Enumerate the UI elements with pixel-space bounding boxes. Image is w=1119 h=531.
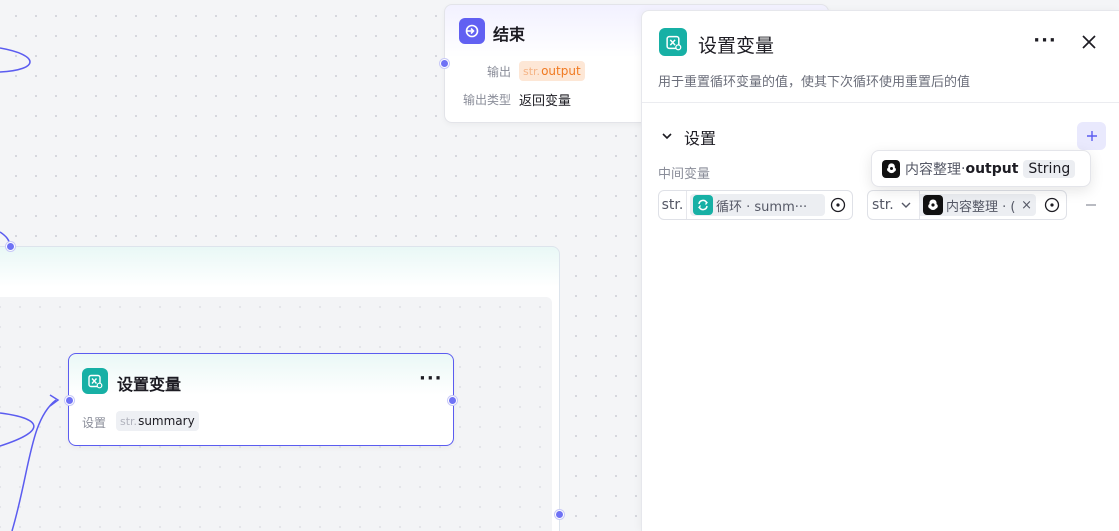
clear-icon[interactable]: × (1021, 198, 1032, 213)
setvar-input-port[interactable] (65, 396, 74, 405)
end-node-input-port[interactable] (440, 59, 449, 68)
chevron-down-icon[interactable] (658, 127, 676, 145)
add-variable-button[interactable] (1077, 122, 1106, 150)
node-settings-panel: 设置变量 ··· 用于重置循环变量的值，使其下次循环使用重置后的值 设置 中间变… (641, 10, 1119, 531)
end-node-title: 结束 (493, 25, 526, 44)
right-variable-chip: 内容整理 · ( × (920, 194, 1036, 216)
setting-label: 设置 (82, 416, 107, 430)
loop-port-right[interactable] (555, 510, 564, 519)
right-variable-text: 内容整理 · ( (946, 199, 1016, 215)
variable-picker-icon[interactable] (829, 196, 847, 214)
loop-port-top[interactable] (6, 242, 15, 251)
output-type-label: 输出类型 (462, 93, 511, 107)
variable-picker-icon[interactable] (1043, 196, 1061, 214)
close-icon[interactable] (1078, 31, 1100, 53)
left-variable-text: 循环 · summ··· (716, 199, 808, 215)
setting-tag: str. summary (116, 411, 199, 431)
setvar-output-port[interactable] (448, 396, 457, 405)
remove-row-icon[interactable] (1083, 197, 1099, 213)
tooltip-type-badge: String (1023, 159, 1076, 178)
exit-icon (459, 18, 485, 44)
chevron-down-icon (901, 202, 911, 208)
more-options-icon[interactable]: ··· (1032, 27, 1058, 53)
llm-icon (882, 159, 900, 178)
intermediate-variable-label: 中间变量 (658, 167, 711, 182)
setvar-node[interactable]: 设置变量 ··· 设置 str. summary (68, 353, 454, 446)
variable-tooltip: 内容整理 · output String (871, 150, 1091, 187)
tooltip-var-name: output (965, 160, 1019, 177)
left-variable-chip: 循环 · summ··· (690, 194, 825, 216)
output-type-value: 返回变量 (519, 94, 572, 109)
loop-icon (693, 195, 713, 215)
left-variable-selector[interactable]: str. 循环 · summ··· (658, 190, 853, 220)
panel-divider (642, 102, 1119, 103)
variable-icon (82, 368, 108, 394)
output-tag: str. output (519, 61, 585, 81)
tooltip-node-name: 内容整理 (905, 161, 961, 178)
variable-icon (659, 28, 687, 56)
output-label: 输出 (486, 65, 511, 79)
type-prefix: str. (872, 197, 894, 213)
type-prefix: str. (659, 191, 687, 219)
llm-icon (923, 195, 943, 215)
type-dropdown[interactable]: str. (868, 191, 920, 219)
panel-description: 用于重置循环变量的值，使其下次循环使用重置后的值 (658, 75, 971, 90)
panel-title: 设置变量 (698, 35, 775, 57)
setvar-node-title: 设置变量 (117, 375, 182, 394)
right-variable-selector[interactable]: str. 内容整理 · ( × (867, 190, 1067, 220)
section-title: 设置 (684, 129, 717, 148)
more-icon[interactable]: ··· (419, 368, 443, 389)
